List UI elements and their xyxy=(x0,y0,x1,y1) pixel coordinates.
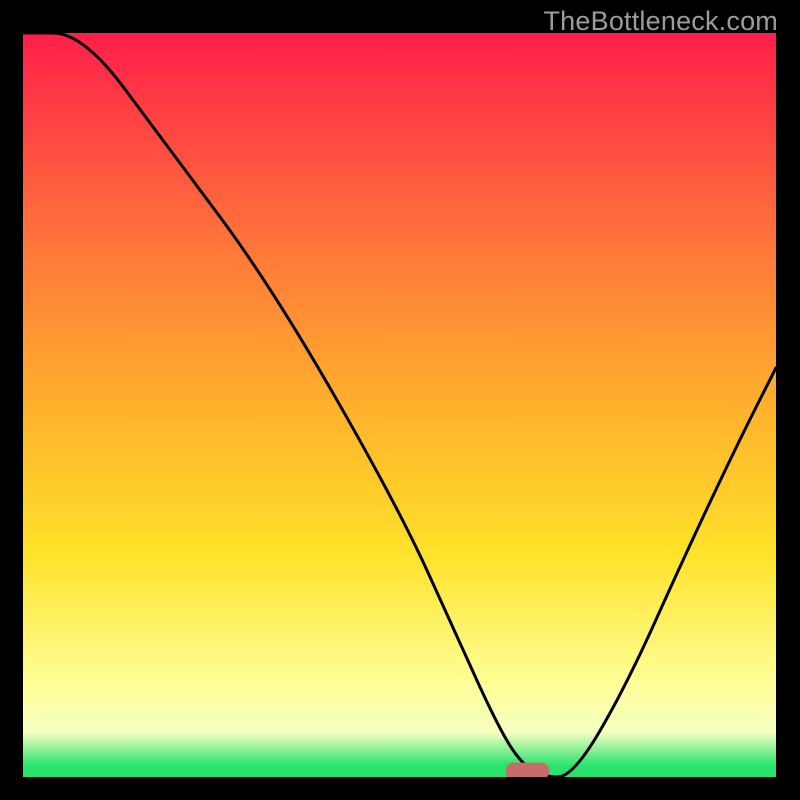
gradient-background xyxy=(23,33,776,777)
optimal-marker xyxy=(506,763,549,777)
chart-frame: TheBottleneck.com xyxy=(0,0,800,800)
plot-area xyxy=(23,33,776,777)
chart-svg xyxy=(23,33,776,777)
